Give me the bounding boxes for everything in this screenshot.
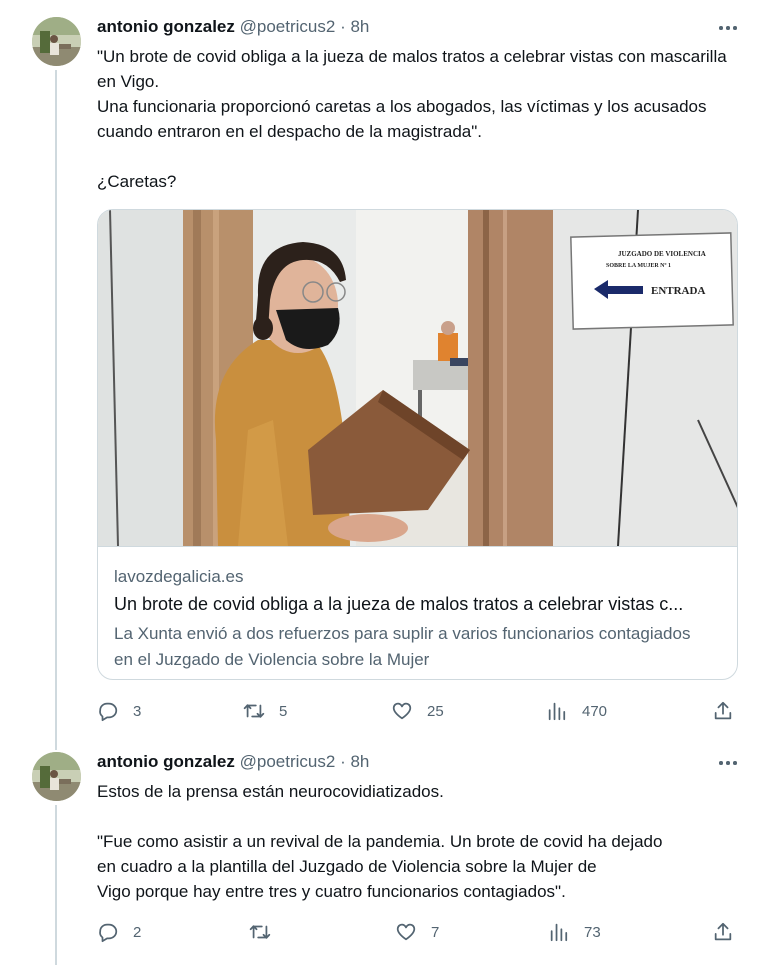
- card-domain[interactable]: lavozdegalicia.es: [114, 567, 243, 587]
- views-button[interactable]: 73: [548, 920, 601, 944]
- reply-icon: [99, 923, 118, 943]
- more-icon[interactable]: [718, 753, 738, 773]
- sign-line-1: JUZGADO DE VIOLENCIA: [618, 250, 706, 258]
- views-count: 470: [582, 702, 608, 720]
- reply-count: 3: [133, 702, 142, 720]
- card-title[interactable]: Un brote de covid obliga a la jueza de m…: [114, 594, 714, 615]
- tweet-header: antonio gonzalez @poetricus2 · 8h: [97, 17, 369, 37]
- card-image: JUZGADO DE VIOLENCIA SOBRE LA MUJER Nº 1…: [98, 210, 737, 546]
- card-description: La Xunta envió a dos refuerzos para supl…: [114, 624, 691, 669]
- tweet[interactable]: antonio gonzalez @poetricus2 · 8h "Un br…: [0, 0, 762, 750]
- action-bar: 2 7 73: [97, 920, 737, 944]
- retweet-count: 5: [279, 702, 288, 720]
- reply-button[interactable]: 3: [97, 699, 141, 723]
- reply-count: 2: [133, 923, 142, 941]
- author-handle[interactable]: @poetricus2: [240, 17, 336, 36]
- avatar[interactable]: [32, 752, 81, 801]
- share-button[interactable]: [712, 699, 734, 723]
- retweet-icon: [249, 925, 271, 939]
- timestamp[interactable]: · 8h: [340, 752, 369, 771]
- like-icon: [392, 702, 412, 720]
- card-footer: lavozdegalicia.es Un brote de covid obli…: [98, 546, 737, 669]
- like-button[interactable]: 7: [395, 920, 439, 944]
- author-name[interactable]: antonio gonzalez: [97, 752, 235, 771]
- like-icon: [396, 923, 416, 941]
- tweet-header: antonio gonzalez @poetricus2 · 8h: [97, 752, 369, 772]
- views-icon: [550, 923, 568, 942]
- author-handle[interactable]: @poetricus2: [240, 752, 336, 771]
- tweet-text: Estos de la prensa están neurocovidiatiz…: [97, 782, 663, 901]
- sign-line-2: SOBRE LA MUJER Nº 1: [606, 263, 671, 269]
- more-icon[interactable]: [718, 18, 738, 38]
- tweet[interactable]: antonio gonzalez @poetricus2 · 8h Estos …: [0, 735, 762, 965]
- author-name[interactable]: antonio gonzalez: [97, 17, 235, 36]
- reply-button[interactable]: 2: [97, 920, 141, 944]
- views-icon: [548, 702, 566, 721]
- share-button[interactable]: [712, 920, 734, 944]
- share-icon: [714, 922, 732, 941]
- retweet-button[interactable]: [249, 920, 271, 944]
- share-icon: [714, 701, 732, 720]
- views-button[interactable]: 470: [546, 699, 607, 723]
- thread-line: [55, 805, 57, 965]
- views-count: 73: [584, 923, 601, 941]
- retweet-icon: [243, 704, 265, 718]
- like-count: 7: [431, 923, 440, 941]
- action-bar: 3 5 25 470: [97, 699, 737, 723]
- retweet-button[interactable]: 5: [243, 699, 287, 723]
- avatar[interactable]: [32, 17, 81, 66]
- timestamp[interactable]: · 8h: [340, 17, 369, 36]
- thread-line: [55, 70, 57, 750]
- sign-entry: ENTRADA: [651, 285, 705, 297]
- reply-icon: [99, 702, 118, 722]
- tweet-text: "Un brote de covid obliga a la jueza de …: [97, 47, 727, 191]
- link-card[interactable]: JUZGADO DE VIOLENCIA SOBRE LA MUJER Nº 1…: [97, 209, 738, 680]
- like-button[interactable]: 25: [391, 699, 444, 723]
- like-count: 25: [427, 702, 444, 720]
